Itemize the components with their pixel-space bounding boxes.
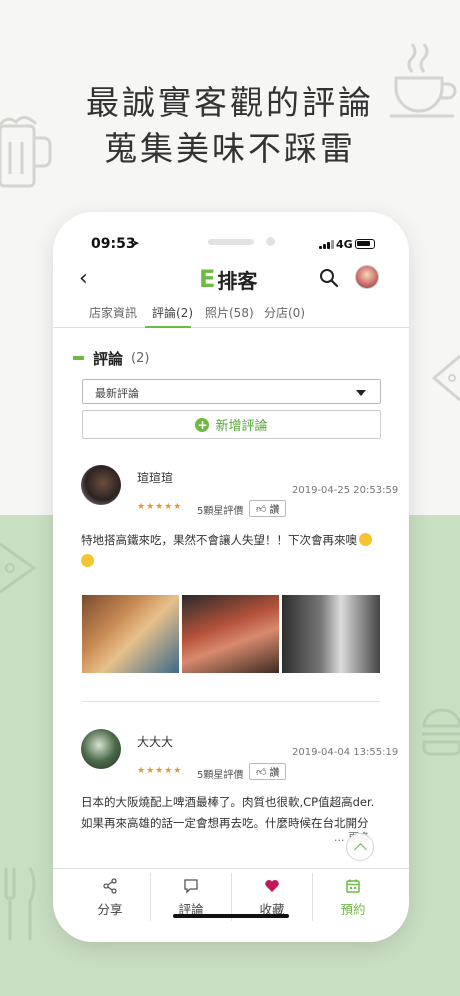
phone-screen: 09:53 ➤ 4G ‹ E 排客 店家資訊 評論(2) 照片(58) 分店(0… [53,212,409,942]
brand-logo-name: 排客 [217,268,258,293]
review-photo[interactable] [182,595,279,673]
like-label: 讚 [269,768,280,779]
fork-knife-icon [4,867,36,940]
location-arrow-icon: ➤ [132,239,140,249]
share-button[interactable]: 分享 [70,869,150,923]
add-review-button[interactable]: + 新增評論 [82,410,381,439]
review-date: 2019-04-25 20:53:59 [292,485,399,496]
hamburger-icon [422,708,460,756]
tab-reviews[interactable]: 評論(2) [152,304,193,321]
pizza-slice-icon [432,354,460,402]
home-indicator[interactable] [173,914,289,918]
review-stars: ★★★★★ [137,766,183,776]
promo-headline-line2: 蒐集美味不踩雷 [104,129,356,168]
search-icon[interactable] [319,268,339,288]
add-review-label: 新增評論 [215,419,268,434]
tab-store-info[interactable]: 店家資訊 [89,304,137,321]
review-stars: ★★★★★ [137,502,183,512]
smiley-emoji-icon [359,533,372,546]
food-slice-icon [0,542,37,594]
plus-circle-icon: + [195,417,210,432]
section-marker [73,356,84,360]
section-title-text: 評論 [93,349,124,368]
user-avatar[interactable] [355,265,379,289]
thumbs-up-icon: 👍︎ [256,503,267,515]
share-icon [103,878,117,894]
chevron-up-icon [354,843,367,856]
review-divider [82,701,380,702]
like-button[interactable]: 👍︎ 讚 [249,500,287,517]
review-photo[interactable] [282,595,380,673]
status-time: 09:53 [91,236,136,252]
review-text: 特地搭高鐵來吃，果然不會讓人失望！！下次會再來噢 [81,530,385,572]
like-button[interactable]: 👍︎ 讚 [249,763,287,780]
review-photos [82,595,380,673]
network-label: 4G [336,238,353,251]
reviewer-avatar[interactable] [81,465,121,505]
reserve-button[interactable]: 預約 [313,869,393,923]
review-text-body: 特地搭高鐵來吃，果然不會讓人失望！！下次會再來噢 [81,533,357,547]
review-date: 2019-04-04 13:55:19 [292,747,399,758]
share-label: 分享 [97,902,123,917]
section-title: 評論 (2) [73,348,149,368]
reviewer-avatar[interactable] [81,729,121,769]
smiley-emoji-icon [81,554,94,567]
signal-bars-icon [319,239,334,249]
brand-logo: E 排客 [199,264,257,294]
review-text: 日本的大阪燒配上啤酒最棒了。肉質也很軟,CP值超高der. 如果再來高雄的話一定… [81,792,385,834]
promo-headline-line1: 最誠實客觀的評論 [86,83,374,122]
tab-branches[interactable]: 分店(0) [264,304,305,321]
heart-icon [265,880,279,892]
sort-dropdown[interactable]: 最新評論 [82,379,381,404]
speaker-grille [208,239,254,245]
sort-dropdown-value: 最新評論 [95,387,139,400]
active-tab-indicator [145,326,191,328]
comment-icon [184,879,198,894]
review-text-line2: 如果再來高雄的話一定會想再去吃。什麼時候在台北開分 [81,816,369,830]
tab-photos[interactable]: 照片(58) [205,304,254,321]
like-label: 讚 [269,505,280,516]
reviewer-name[interactable]: 瑄瑄瑄 [137,469,173,486]
section-count: (2) [131,350,150,366]
battery-icon [355,239,375,249]
brand-logo-e: E [199,265,216,293]
reviewer-name[interactable]: 大大大 [137,733,173,750]
review-rating-text: 5顆星評價 [197,506,244,517]
status-bar: 09:53 ➤ 4G [53,212,409,262]
tab-bar: 店家資訊 評論(2) 照片(58) 分店(0) [53,298,409,328]
bottom-action-bar: 分享 評論 收藏 預約 [53,868,409,942]
review-text-line1: 日本的大阪燒配上啤酒最棒了。肉質也很軟,CP值超高der. [81,795,375,809]
calendar-icon [346,879,360,893]
thumbs-up-icon: 👍︎ [256,766,267,778]
review-rating-text: 5顆星評價 [197,770,244,781]
reserve-label: 預約 [340,902,366,917]
scroll-to-top-button[interactable] [346,833,374,861]
navbar: ‹ E 排客 [53,262,409,296]
back-chevron-icon[interactable]: ‹ [79,266,88,291]
front-camera [266,237,275,246]
review-photo[interactable] [82,595,179,673]
caret-down-icon [356,390,366,396]
